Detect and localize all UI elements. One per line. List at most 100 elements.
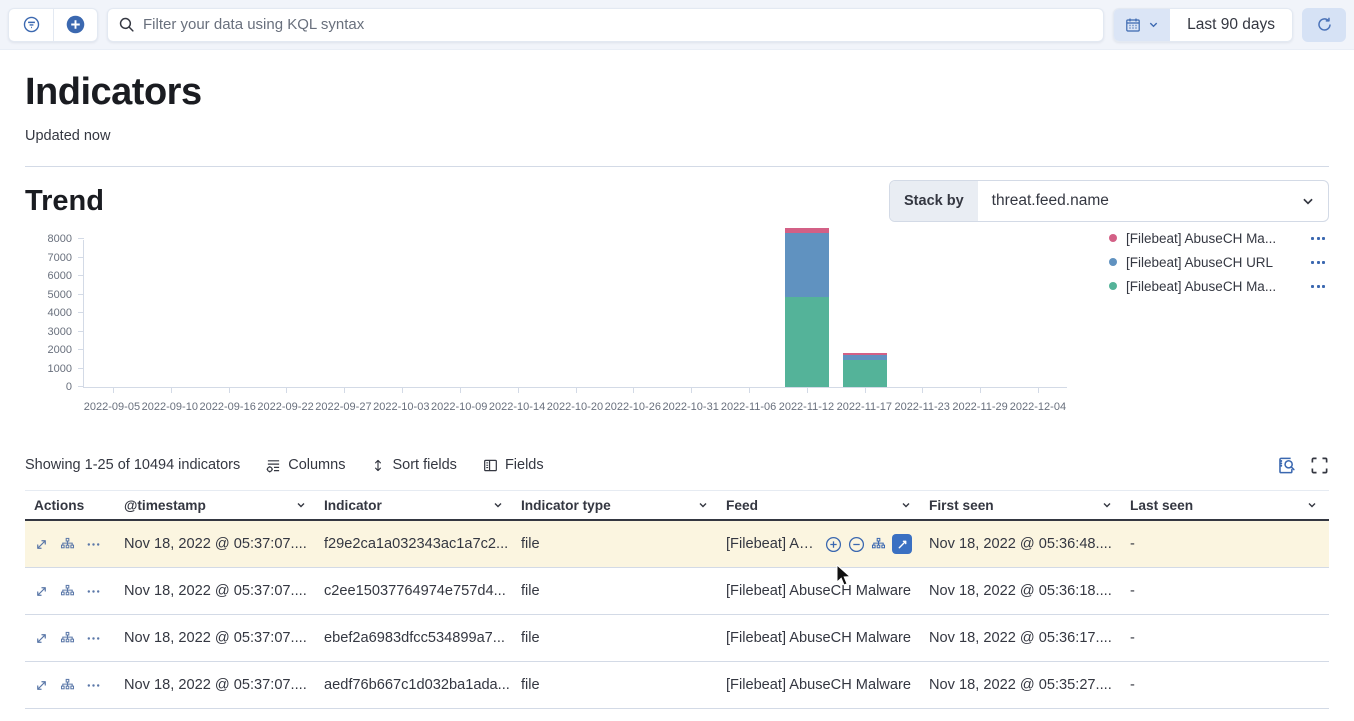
kql-filter-input[interactable] — [143, 16, 1093, 33]
columns-button[interactable]: Columns — [266, 457, 345, 473]
expand-icon[interactable] — [34, 678, 49, 693]
cell-indicator: c2ee15037764974e757d4... — [315, 583, 512, 599]
search-icon — [118, 16, 135, 33]
investigate-in-timeline-icon[interactable] — [60, 678, 75, 693]
legend-item[interactable]: [Filebeat] AbuseCH URL — [1109, 250, 1329, 274]
chart-legend: [Filebeat] AbuseCH Ma... [Filebeat] Abus… — [1109, 226, 1329, 298]
trend-bar-segment — [785, 297, 829, 387]
x-axis-tick-label: 2022-10-26 — [604, 401, 662, 413]
chevron-down-icon — [1301, 181, 1328, 221]
table-row[interactable]: Nov 18, 2022 @ 05:37:07.... f29e2ca1a032… — [25, 521, 1329, 568]
x-axis-tick-label: 2022-11-23 — [893, 401, 951, 413]
inspect-button[interactable] — [1277, 456, 1296, 475]
cell-timestamp: Nov 18, 2022 @ 05:37:07.... — [115, 630, 315, 646]
expand-icon[interactable] — [34, 631, 49, 646]
header-feed[interactable]: Feed — [717, 491, 920, 519]
more-actions-icon[interactable] — [86, 537, 101, 552]
filter-out-icon[interactable] — [848, 536, 865, 553]
expand-icon[interactable] — [34, 584, 49, 599]
date-range-button[interactable]: Last 90 days — [1170, 9, 1292, 41]
table-row[interactable]: Nov 18, 2022 @ 05:37:07.... aedf76b667c1… — [25, 662, 1329, 709]
x-axis-tick-label: 2022-10-09 — [430, 401, 488, 413]
legend-label: [Filebeat] AbuseCH Ma... — [1126, 231, 1276, 246]
cell-indicator-type: file — [512, 677, 717, 693]
date-picker: Last 90 days — [1113, 8, 1293, 42]
table-row[interactable]: Nov 18, 2022 @ 05:37:07.... c2ee15037764… — [25, 568, 1329, 615]
investigate-in-timeline-icon[interactable] — [60, 631, 75, 646]
legend-item[interactable]: [Filebeat] AbuseCH Ma... — [1109, 226, 1329, 250]
column-menu-chevron-icon[interactable] — [900, 499, 912, 511]
more-actions-icon[interactable] — [86, 631, 101, 646]
legend-item[interactable]: [Filebeat] AbuseCH Ma... — [1109, 274, 1329, 298]
trend-bar-segment — [843, 360, 887, 387]
stack-by-value[interactable]: threat.feed.name — [978, 181, 1301, 221]
column-menu-chevron-icon[interactable] — [697, 499, 709, 511]
trend-bar-segment — [785, 233, 829, 297]
updated-status: Updated now — [25, 128, 1329, 144]
y-axis-tick-label: 8000 — [32, 233, 72, 245]
trend-bar[interactable] — [785, 228, 829, 387]
cell-indicator: ebef2a6983dfcc534899a7... — [315, 630, 512, 646]
x-axis-tick-label: 2022-09-05 — [83, 401, 141, 413]
table-row[interactable]: Nov 18, 2022 @ 05:37:07.... ebef2a6983df… — [25, 615, 1329, 662]
indicators-table: Actions @timestamp Indicator Indicator t… — [25, 490, 1329, 709]
results-summary: Showing 1-25 of 10494 indicators — [25, 457, 240, 473]
x-axis-tick-label: 2022-10-14 — [488, 401, 546, 413]
cell-last-seen: - — [1121, 677, 1326, 693]
legend-menu-icon[interactable] — [1307, 257, 1329, 268]
x-axis-labels: 2022-09-052022-09-102022-09-162022-09-22… — [83, 401, 1067, 413]
header-indicator-type[interactable]: Indicator type — [512, 491, 717, 519]
y-axis-tick-label: 0 — [32, 381, 72, 393]
legend-menu-icon[interactable] — [1307, 281, 1329, 292]
y-axis-tick-label: 3000 — [32, 326, 72, 338]
investigate-in-timeline-icon[interactable] — [60, 537, 75, 552]
cell-indicator-type: file — [512, 536, 717, 552]
x-axis-tick-label: 2022-11-06 — [720, 401, 778, 413]
x-axis-tick-label: 2022-09-16 — [199, 401, 257, 413]
expand-icon[interactable] — [34, 537, 49, 552]
column-menu-chevron-icon[interactable] — [492, 499, 504, 511]
refresh-button[interactable] — [1302, 8, 1346, 42]
calendar-icon — [1125, 17, 1141, 33]
date-quick-select-button[interactable] — [1114, 9, 1170, 41]
cell-timestamp: Nov 18, 2022 @ 05:37:07.... — [115, 583, 315, 599]
cell-last-seen: - — [1121, 630, 1326, 646]
cell-indicator: f29e2ca1a032343ac1a7c2... — [315, 536, 512, 552]
legend-menu-icon[interactable] — [1307, 233, 1329, 244]
cell-timestamp: Nov 18, 2022 @ 05:37:07.... — [115, 536, 315, 552]
header-timestamp[interactable]: @timestamp — [115, 491, 315, 519]
fields-button[interactable]: Fields — [483, 457, 544, 473]
add-to-timeline-icon[interactable] — [871, 537, 886, 552]
column-menu-chevron-icon[interactable] — [1101, 499, 1113, 511]
x-axis-tick-label: 2022-11-12 — [778, 401, 836, 413]
add-filter-button[interactable] — [53, 9, 97, 41]
sort-fields-icon — [371, 458, 385, 473]
saved-queries-button[interactable] — [9, 9, 53, 41]
cell-feed: [Filebeat] Abus... — [717, 534, 920, 554]
column-menu-chevron-icon[interactable] — [295, 499, 307, 511]
column-menu-chevron-icon[interactable] — [1306, 499, 1318, 511]
trend-bar[interactable] — [843, 353, 887, 387]
sort-fields-button[interactable]: Sort fields — [371, 457, 456, 473]
kql-search-bar — [107, 8, 1104, 42]
legend-dot — [1109, 258, 1117, 266]
fullscreen-button[interactable] — [1310, 456, 1329, 475]
row-actions — [25, 631, 115, 646]
y-axis-tick-label: 7000 — [32, 252, 72, 264]
more-actions-icon[interactable] — [86, 584, 101, 599]
cell-indicator-type: file — [512, 630, 717, 646]
header-last-seen[interactable]: Last seen — [1121, 491, 1326, 519]
cell-feed: [Filebeat] AbuseCH Malware — [717, 677, 920, 693]
cell-actions-icon[interactable] — [892, 534, 912, 554]
stack-by-select[interactable]: Stack by threat.feed.name — [889, 180, 1329, 222]
cell-last-seen: - — [1121, 583, 1326, 599]
filter-in-icon[interactable] — [825, 536, 842, 553]
investigate-in-timeline-icon[interactable] — [60, 584, 75, 599]
columns-icon — [266, 458, 281, 473]
header-indicator[interactable]: Indicator — [315, 491, 512, 519]
more-actions-icon[interactable] — [86, 678, 101, 693]
cell-indicator-type: file — [512, 583, 717, 599]
header-first-seen[interactable]: First seen — [920, 491, 1121, 519]
cell-last-seen: - — [1121, 536, 1326, 552]
saved-query-group — [8, 8, 98, 42]
